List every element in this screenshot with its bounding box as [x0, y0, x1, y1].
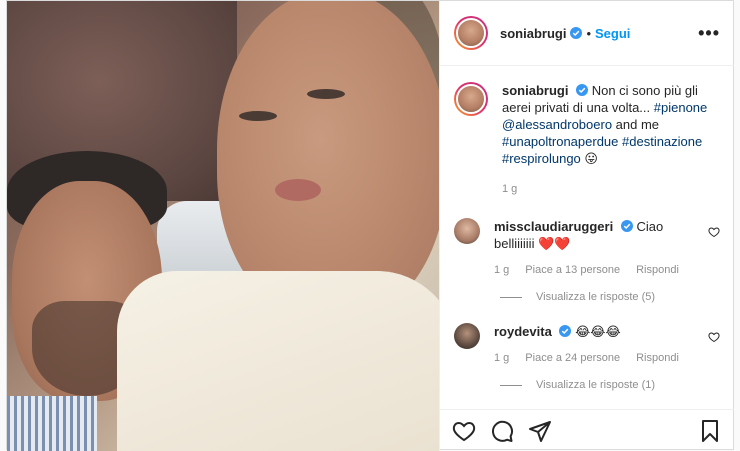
author-username[interactable]: soniabrugi: [500, 26, 566, 41]
comment-item: missclaudiaruggeri Ciao belliiiiiii ❤️❤️…: [440, 218, 734, 279]
view-replies-button[interactable]: Visualizza le risposte (1): [500, 379, 734, 391]
caption-timestamp[interactable]: 1 g: [502, 181, 720, 198]
verified-badge-icon: [620, 220, 633, 232]
hashtag-link[interactable]: #respirolungo: [502, 151, 581, 166]
caption-username[interactable]: soniabrugi: [502, 83, 568, 98]
comment-meta: 1 g Piace a 24 persone Rispondi: [494, 350, 684, 367]
replies-divider: [500, 296, 522, 298]
comment-item: roydevita 😂😂😂 1 g Piace a 24 persone Ris…: [440, 323, 734, 367]
view-replies-label[interactable]: Visualizza le risposte (1): [536, 379, 655, 391]
comment-emoji: ❤️❤️: [538, 236, 571, 251]
woman-right-eye: [307, 89, 345, 99]
woman-white-shirt: [117, 271, 439, 451]
view-replies-button[interactable]: Visualizza le risposte (5): [500, 291, 734, 303]
follow-button[interactable]: Segui: [595, 26, 630, 41]
comment-body: missclaudiaruggeri Ciao belliiiiiii ❤️❤️…: [494, 218, 684, 279]
comment-timestamp[interactable]: 1 g: [494, 262, 509, 279]
comment-body: roydevita 😂😂😂 1 g Piace a 24 persone Ris…: [494, 323, 684, 367]
woman-left-eye: [239, 111, 277, 121]
comment-emoji: 😂😂😂: [575, 324, 621, 339]
separator-dot: •: [586, 25, 592, 41]
caption-text-2: and me: [615, 117, 660, 132]
bookmark-icon[interactable]: [698, 419, 722, 443]
replies-divider: [500, 384, 522, 386]
verified-badge-icon: [559, 325, 572, 337]
caption-emoji: 😛: [584, 151, 598, 166]
caption-body: soniabrugi Non ci sono più gli aerei pri…: [502, 82, 720, 198]
post-actions: [440, 409, 734, 451]
reply-button[interactable]: Rispondi: [636, 262, 679, 279]
heart-icon[interactable]: [452, 419, 476, 443]
commenter-avatar[interactable]: [454, 218, 480, 244]
reply-button[interactable]: Rispondi: [636, 350, 679, 367]
verified-badge-icon: [576, 84, 589, 96]
post-photo[interactable]: [7, 1, 439, 451]
hashtag-link[interactable]: #unapoltronaperdue: [502, 134, 618, 149]
commenter-username[interactable]: missclaudiaruggeri: [494, 219, 613, 234]
view-replies-label[interactable]: Visualizza le risposte (5): [536, 291, 655, 303]
more-options-icon[interactable]: •••: [698, 23, 720, 44]
verified-badge-icon: [570, 27, 583, 39]
share-icon[interactable]: [528, 419, 552, 443]
post-header: soniabrugi • Segui •••: [440, 1, 734, 66]
caption-avatar[interactable]: [454, 82, 488, 116]
author-avatar[interactable]: [454, 16, 488, 50]
comment-timestamp[interactable]: 1 g: [494, 350, 509, 367]
commenter-avatar[interactable]: [454, 323, 480, 349]
comment-likes[interactable]: Piace a 24 persone: [525, 350, 620, 367]
heart-icon[interactable]: [708, 331, 720, 343]
comment-meta: 1 g Piace a 13 persone Rispondi: [494, 262, 684, 279]
mention-link[interactable]: @alessandroboero: [502, 117, 612, 132]
heart-icon[interactable]: [708, 226, 720, 238]
post-caption: soniabrugi Non ci sono più gli aerei pri…: [440, 66, 734, 198]
hashtag-link[interactable]: #destinazione: [622, 134, 702, 149]
instagram-post: soniabrugi • Segui ••• soniabrugi Non ci…: [6, 0, 734, 451]
post-side-panel: soniabrugi • Segui ••• soniabrugi Non ci…: [439, 1, 734, 451]
commenter-username[interactable]: roydevita: [494, 324, 552, 339]
comment-icon[interactable]: [490, 419, 514, 443]
comment-likes[interactable]: Piace a 13 persone: [525, 262, 620, 279]
woman-lips: [275, 179, 321, 201]
hashtag-link[interactable]: #pienone: [654, 100, 708, 115]
man-striped-collar: [7, 396, 97, 451]
